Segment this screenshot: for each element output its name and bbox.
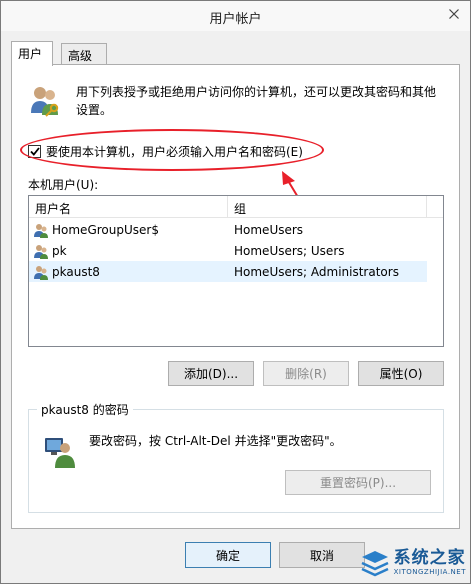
checkmark-icon <box>29 147 40 156</box>
watermark-sub: XITONGZHIJIA.NET <box>393 568 466 576</box>
tab-users[interactable]: 用户 <box>11 41 53 66</box>
local-users-label: 本机用户(U): <box>28 178 99 192</box>
password-group-title: pkaust8 的密码 <box>37 401 133 418</box>
user-group: HomeUsers <box>234 222 304 237</box>
table-row[interactable]: HomeGroupUser$ HomeUsers <box>29 219 427 240</box>
add-user-button[interactable]: 添加(D)... <box>168 361 254 386</box>
watermark-text: 系统之家 XITONGZHIJIA.NET <box>394 549 466 577</box>
column-header-group[interactable]: 组 <box>228 196 427 218</box>
user-name: HomeGroupUser$ <box>52 222 159 237</box>
reset-password-button[interactable]: 重置密码(P)... <box>285 470 431 495</box>
require-login-checkbox[interactable] <box>28 145 41 158</box>
password-group: pkaust8 的密码 要改密码，按 Ctrl-Alt-Del 并选择"更改密码… <box>28 401 444 513</box>
users-tab-panel: 用下列表授予或拒绝用户访问你的计算机，还可以更改其密码和其他设置。 要使用本计算… <box>11 64 460 529</box>
tab-advanced[interactable]: 高级 <box>61 43 107 65</box>
table-row[interactable]: pk HomeUsers; Users <box>29 240 427 261</box>
properties-button[interactable]: 属性(O) <box>358 361 444 386</box>
user-icon <box>34 265 48 280</box>
user-name: pkaust8 <box>52 264 100 279</box>
intro-text: 用下列表授予或拒绝用户访问你的计算机，还可以更改其密码和其他设置。 <box>76 85 437 117</box>
require-login-label[interactable]: 要使用本计算机，用户必须输入用户名和密码(E) <box>46 143 303 160</box>
list-header: 用户名 组 <box>29 196 427 218</box>
watermark-main: 系统之家 <box>393 548 466 568</box>
user-password-icon <box>45 438 75 468</box>
user-accounts-dialog: 用户帐户 用户 高级 用下列表授予或拒绝用户访问你的计算机，还可以更改其密码和其… <box>0 0 471 584</box>
password-hint-text: 要改密码，按 Ctrl-Alt-Del 并选择"更改密码"。 <box>89 434 342 448</box>
user-icon <box>34 244 48 259</box>
list-header-corner <box>427 196 443 218</box>
window-title: 用户帐户 <box>209 12 262 27</box>
close-button[interactable] <box>440 3 468 25</box>
local-users-list[interactable]: 用户名 组 HomeGroupUser$ HomeUsers pk HomeUs… <box>28 195 444 347</box>
require-login-row[interactable]: 要使用本计算机，用户必须输入用户名和密码(E) <box>28 143 303 160</box>
user-name-cell: HomeGroupUser$ <box>29 222 228 238</box>
remove-user-button[interactable]: 删除(R) <box>263 361 349 386</box>
table-row-selected[interactable]: pkaust8 HomeUsers; Administrators <box>29 261 427 282</box>
users-key-icon <box>31 87 59 117</box>
column-header-username[interactable]: 用户名 <box>29 196 228 218</box>
ok-button[interactable]: 确定 <box>185 542 271 568</box>
user-group: HomeUsers; Users <box>234 243 345 258</box>
user-name: pk <box>52 243 67 258</box>
title-bar[interactable]: 用户帐户 <box>1 1 470 31</box>
user-name-cell: pk <box>29 243 228 259</box>
user-group: HomeUsers; Administrators <box>234 264 399 279</box>
user-icon <box>34 223 48 238</box>
user-name-cell: pkaust8 <box>29 264 228 280</box>
close-icon <box>449 9 459 19</box>
cancel-button[interactable]: 取消 <box>279 542 365 568</box>
